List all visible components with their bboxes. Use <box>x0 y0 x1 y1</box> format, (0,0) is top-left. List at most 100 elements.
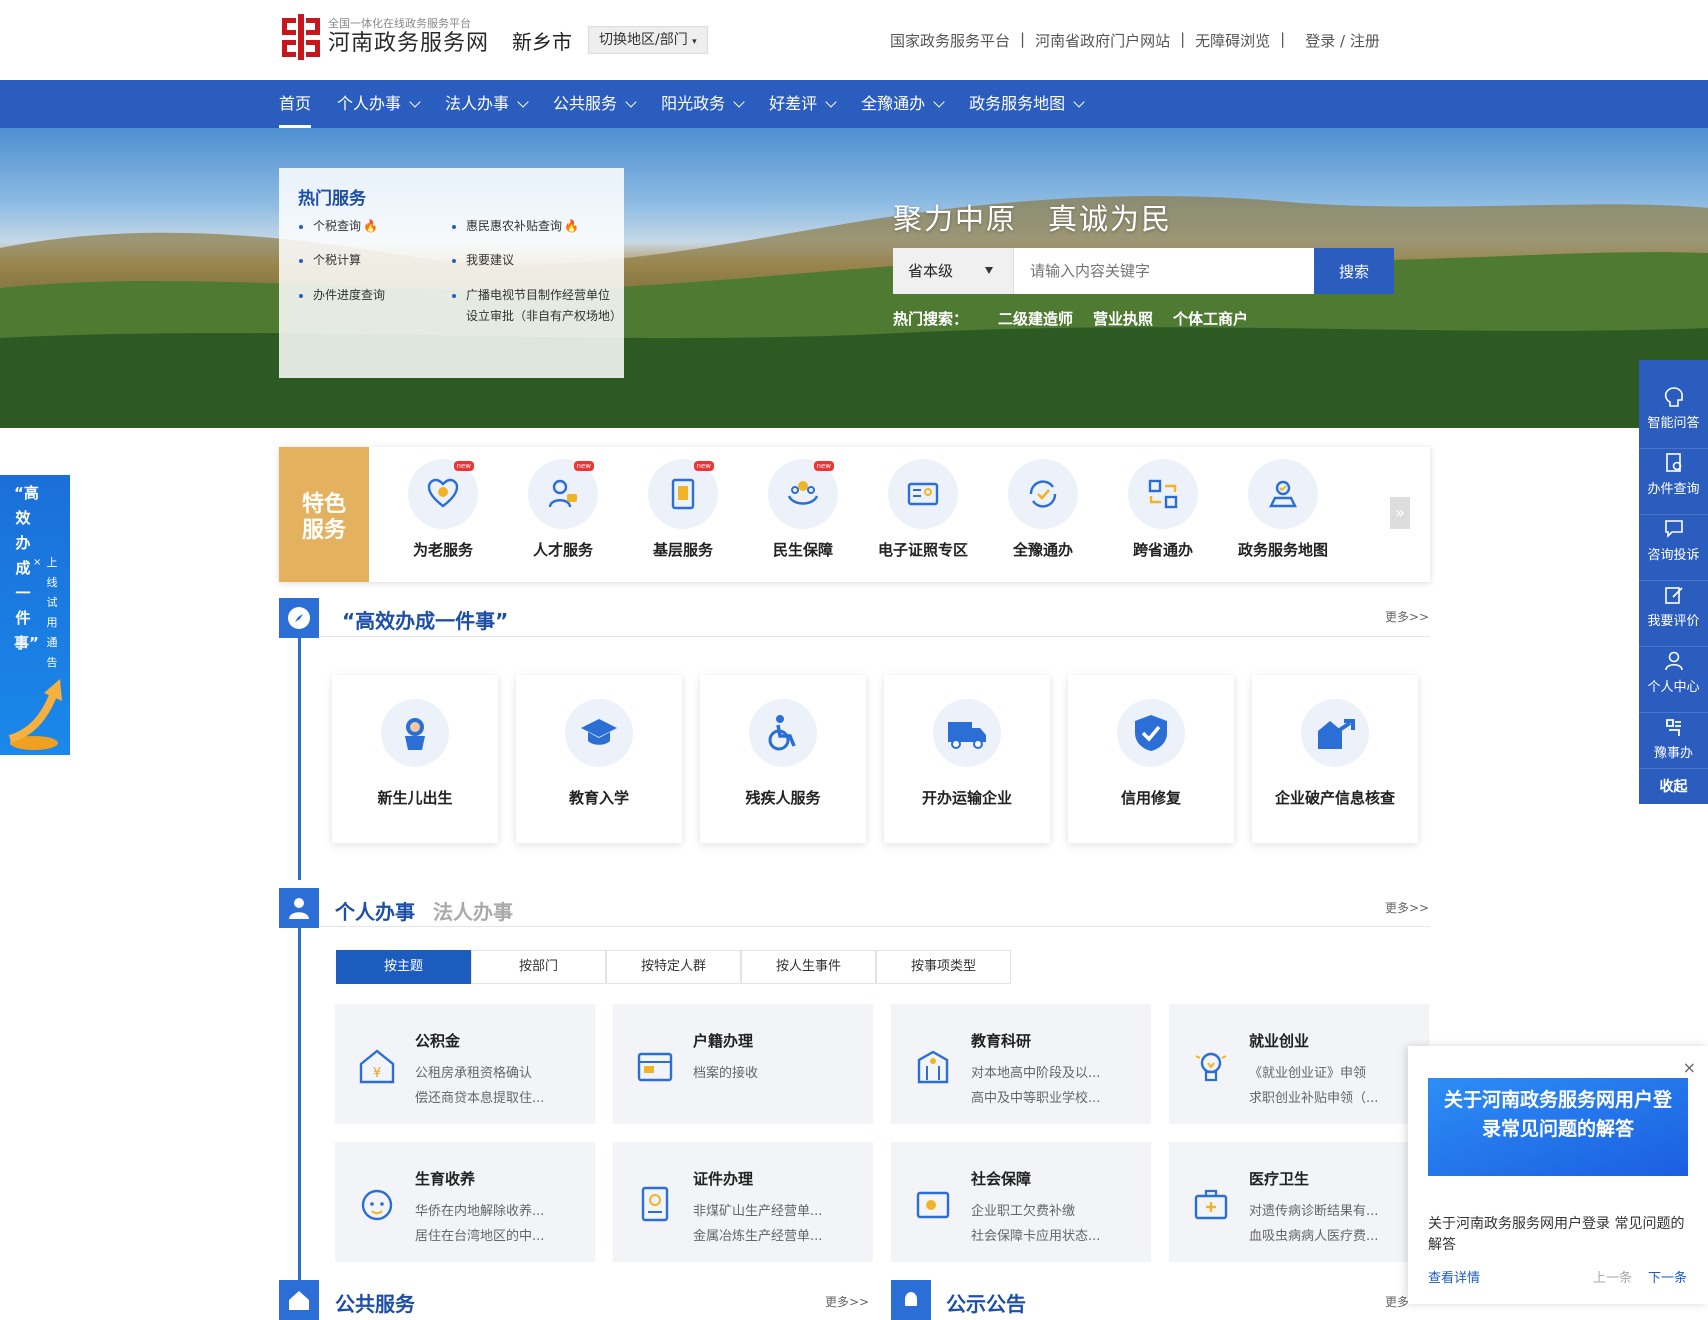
hot-search-term[interactable]: 营业执照 <box>1093 308 1153 329</box>
theme-card-item[interactable]: 华侨在内地解除收养... <box>415 1200 590 1219</box>
theme-card-item[interactable]: 社会保障卡应用状态... <box>971 1225 1146 1244</box>
chevron-down-icon <box>1073 95 1085 108</box>
nav-corporate[interactable]: 法人办事 <box>445 80 529 128</box>
tab-personal-affairs[interactable]: 个人办事 <box>335 896 415 925</box>
next-notice-button[interactable]: 下一条 <box>1648 1267 1687 1286</box>
feature-service-map[interactable]: 政务服务地图 <box>1223 459 1343 560</box>
theme-card-item[interactable]: 金属冶炼生产经营单... <box>693 1225 868 1244</box>
efficient-card-newborn[interactable]: 新生儿出生 <box>332 675 498 843</box>
hot-search-term[interactable]: 个体工商户 <box>1173 308 1248 329</box>
main-nav: 首页 个人办事 法人办事 公共服务 阳光政务 好差评 全豫通办 政务服务地图 <box>0 80 1708 128</box>
feature-grassroots[interactable]: new 基层服务 <box>623 459 743 560</box>
hot-item-tax-query[interactable]: 个税查询 🔥 <box>299 216 378 237</box>
level-select[interactable]: 省本级 <box>893 248 1013 294</box>
link-accessibility[interactable]: 无障碍浏览 <box>1195 30 1270 51</box>
nav-public[interactable]: 公共服务 <box>553 80 637 128</box>
theme-card-item[interactable]: 对本地高中阶段及以... <box>971 1062 1146 1081</box>
theme-card-social-security[interactable]: 社会保障 企业职工欠费补缴 社会保障卡应用状态... <box>891 1142 1151 1262</box>
theme-card-adoption[interactable]: 生育收养 华侨在内地解除收养... 居住在台湾地区的中... <box>335 1142 595 1262</box>
hot-item-subsidy-query[interactable]: 惠民惠农补贴查询 🔥 <box>452 216 579 237</box>
hot-item-progress-query[interactable]: 办件进度查询 <box>298 285 385 306</box>
toolbar-user-center[interactable]: 个人中心 <box>1639 640 1708 706</box>
theme-card-item[interactable]: 非煤矿山生产经营单... <box>693 1200 868 1219</box>
prev-notice-button[interactable]: 上一条 <box>1593 1267 1632 1286</box>
theme-card-item[interactable]: 公租房承租资格确认 <box>415 1062 590 1081</box>
search-input[interactable] <box>1013 248 1314 294</box>
feature-e-license[interactable]: 电子证照专区 <box>863 459 983 560</box>
link-national-platform[interactable]: 国家政务服务平台 <box>890 30 1010 51</box>
feature-elderly[interactable]: new 为老服务 <box>383 459 503 560</box>
tab-by-item-type[interactable]: 按事项类型 <box>876 950 1011 984</box>
nav-personal[interactable]: 个人办事 <box>337 80 421 128</box>
theme-card-title: 社会保障 <box>971 1170 1032 1188</box>
announcements-more-link[interactable]: 更多 <box>1385 1293 1409 1310</box>
theme-card-education[interactable]: 教育科研 对本地高中阶段及以... 高中及中等职业学校... <box>891 1004 1151 1124</box>
tab-by-group[interactable]: 按特定人群 <box>606 950 741 984</box>
carousel-next-button[interactable]: » <box>1390 497 1410 529</box>
notice-text[interactable]: 关于河南政务服务网用户登录 常见问题的解答 <box>1428 1214 1693 1256</box>
toolbar-yushiban[interactable]: 豫事办 <box>1639 706 1708 772</box>
heart-icon <box>427 478 459 508</box>
theme-card-item[interactable]: 偿还商贷本息提取住... <box>415 1087 590 1106</box>
public-more-link[interactable]: 更多>> <box>825 1293 869 1310</box>
theme-card-item[interactable]: 高中及中等职业学校... <box>971 1087 1146 1106</box>
feature-label: 跨省通办 <box>1132 541 1193 559</box>
theme-card-item[interactable]: 企业职工欠费补缴 <box>971 1200 1146 1219</box>
hot-item-broadcast-approval[interactable]: 广播电视节目制作经营单位设立审批（非自有产权场地） <box>452 285 622 327</box>
theme-card-item[interactable]: 《就业创业证》申领 <box>1249 1062 1424 1081</box>
hot-search-term[interactable]: 二级建造师 <box>998 308 1073 329</box>
efficient-card-bankruptcy[interactable]: 企业破产信息核查 <box>1252 675 1418 843</box>
hot-item-suggestion[interactable]: 我要建议 <box>451 250 514 271</box>
theme-card-item[interactable]: 对遗传病诊断结果有... <box>1249 1200 1424 1219</box>
feature-cross-province[interactable]: 跨省通办 <box>1103 459 1223 560</box>
toolbar-label: 豫事办 <box>1653 746 1693 761</box>
nav-henan-all[interactable]: 全豫通办 <box>861 80 945 128</box>
theme-card-medical[interactable]: 医疗卫生 对遗传病诊断结果有... 血吸虫病病人医疗费... <box>1169 1142 1429 1262</box>
efficient-card-disabled[interactable]: 残疾人服务 <box>700 675 866 843</box>
tab-by-department[interactable]: 按部门 <box>471 950 606 984</box>
toolbar-case-query[interactable]: 办件查询 <box>1639 442 1708 508</box>
toolbar-evaluate[interactable]: 我要评价 <box>1639 574 1708 640</box>
theme-card-housing-fund[interactable]: ¥ 公积金 公租房承租资格确认 偿还商贷本息提取住... <box>335 1004 595 1124</box>
nav-home[interactable]: 首页 <box>279 80 312 128</box>
feature-livelihood[interactable]: new 民生保障 <box>743 459 863 560</box>
theme-card-item[interactable]: 档案的接收 <box>693 1062 868 1081</box>
theme-card-certificates[interactable]: 证件办理 非煤矿山生产经营单... 金属冶炼生产经营单... <box>613 1142 873 1262</box>
efficient-more-link[interactable]: 更多>> <box>1385 608 1429 625</box>
link-province-portal[interactable]: 河南省政府门户网站 <box>1035 30 1170 51</box>
left-floating-banner[interactable]: “高效办成一件事” 上线试用通告 × <box>0 475 70 755</box>
theme-card-household[interactable]: 户籍办理 档案的接收 <box>613 1004 873 1124</box>
tab-by-life-event[interactable]: 按人生事件 <box>741 950 876 984</box>
logo[interactable]: 全国一体化在线政务服务平台 河南政务服务网 <box>280 14 489 60</box>
nav-evaluation[interactable]: 好差评 <box>769 80 837 128</box>
switch-region-button[interactable]: 切换地区/部门 ▾ <box>588 26 708 54</box>
notice-banner-image[interactable]: 关于河南政务服务网用户登录常见问题的解答 <box>1428 1078 1688 1176</box>
toolbar-consult-complaint[interactable]: 咨询投诉 <box>1639 508 1708 574</box>
efficient-card-transport[interactable]: 开办运输企业 <box>884 675 1050 843</box>
efficient-card-credit[interactable]: 信用修复 <box>1068 675 1234 843</box>
tab-corporate-affairs[interactable]: 法人办事 <box>433 896 513 925</box>
theme-card-item[interactable]: 求职创业补贴申领（... <box>1249 1087 1424 1106</box>
theme-card-item[interactable]: 居住在台湾地区的中... <box>415 1225 590 1244</box>
theme-card-employment[interactable]: 就业创业 《就业创业证》申领 求职创业补贴申领（... <box>1169 1004 1429 1124</box>
feature-talent[interactable]: new 人才服务 <box>503 459 623 560</box>
theme-card-title: 户籍办理 <box>693 1032 754 1050</box>
close-icon[interactable]: × <box>1683 1058 1696 1077</box>
theme-card-item[interactable]: 血吸虫病病人医疗费... <box>1249 1225 1424 1244</box>
tab-by-theme[interactable]: 按主题 <box>336 950 471 984</box>
close-icon[interactable]: × <box>33 557 41 568</box>
hero-banner <box>0 128 1708 428</box>
feature-henan-all[interactable]: 全豫通办 <box>983 459 1103 560</box>
toolbar-collapse-button[interactable]: 收起 <box>1639 776 1708 804</box>
login-register-link[interactable]: 登录 / 注册 <box>1305 30 1380 51</box>
search-button[interactable]: 搜索 <box>1314 248 1394 294</box>
personal-more-link[interactable]: 更多>> <box>1385 899 1429 916</box>
toolbar-smart-qa[interactable]: 智能问答 <box>1639 376 1708 442</box>
efficient-card-education[interactable]: 教育入学 <box>516 675 682 843</box>
cycle-check-icon <box>1029 480 1057 508</box>
view-details-link[interactable]: 查看详情 <box>1428 1267 1480 1286</box>
hot-item-tax-calc[interactable]: 个税计算 <box>298 250 361 271</box>
nav-service-map[interactable]: 政务服务地图 <box>969 80 1085 128</box>
chevron-down-icon <box>625 95 637 108</box>
nav-sunshine[interactable]: 阳光政务 <box>661 80 745 128</box>
